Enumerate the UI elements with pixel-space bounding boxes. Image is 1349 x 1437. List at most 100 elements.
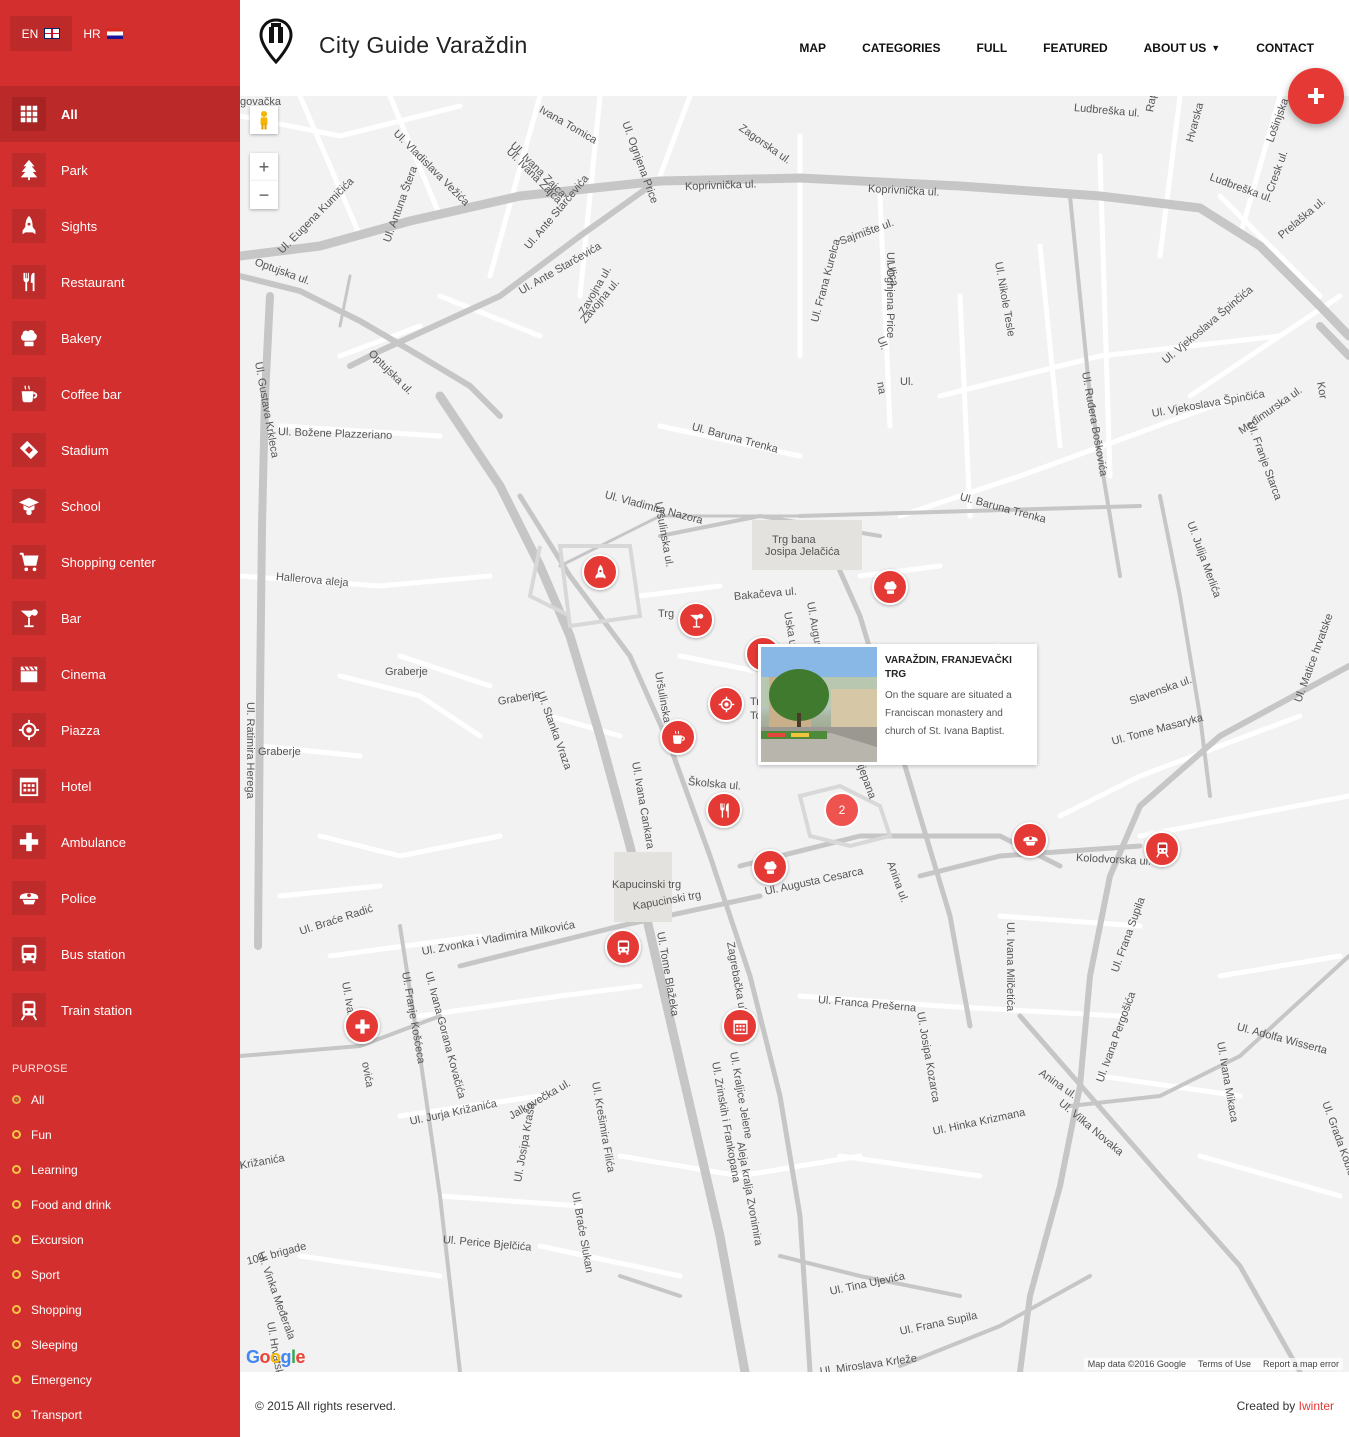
street-label: Ul. Ratimira Herega	[244, 702, 256, 799]
radio-icon[interactable]	[12, 1130, 21, 1139]
author-link[interactable]: Iwinter	[1299, 1399, 1334, 1413]
category-item-coffee-bar[interactable]: Coffee bar	[0, 366, 240, 422]
nav-contact[interactable]: CONTACT	[1256, 41, 1314, 55]
zoom-in-button[interactable]: +	[250, 153, 278, 181]
map-marker[interactable]	[706, 792, 742, 828]
nav-label: FULL	[976, 41, 1008, 55]
category-item-cinema[interactable]: Cinema	[0, 646, 240, 702]
radio-icon[interactable]	[12, 1165, 21, 1174]
nav-label: CATEGORIES	[862, 41, 941, 55]
category-label: Coffee bar	[61, 386, 122, 402]
map-marker[interactable]	[660, 719, 696, 755]
category-item-hotel[interactable]: Hotel	[0, 758, 240, 814]
purpose-option-transport[interactable]: Transport	[12, 1397, 111, 1432]
nav-featured[interactable]: FEATURED	[1043, 41, 1107, 55]
radio-icon[interactable]	[12, 1305, 21, 1314]
map-marker[interactable]	[605, 929, 641, 965]
street-label: Ul. Ivana Milčetića	[1004, 922, 1016, 1012]
chef-hat-icon	[763, 860, 777, 874]
category-item-restaurant[interactable]: Restaurant	[0, 254, 240, 310]
category-label: Sights	[61, 218, 98, 234]
radio-icon[interactable]	[12, 1270, 21, 1279]
google-logo-letter: g	[280, 1347, 292, 1367]
category-item-park[interactable]: Park	[0, 142, 240, 198]
nav-about-us[interactable]: ABOUT US ▼	[1144, 41, 1221, 55]
category-item-bus-station[interactable]: Bus station	[0, 926, 240, 982]
category-item-bakery[interactable]: Bakery	[0, 310, 240, 366]
map-marker[interactable]	[722, 1008, 758, 1044]
radio-icon[interactable]	[12, 1095, 21, 1104]
place-photo	[761, 647, 877, 762]
header: City Guide Varaždin MAP CATEGORIES FULL FEA…	[240, 0, 1349, 96]
purpose-option-emergency[interactable]: Emergency	[12, 1362, 111, 1397]
nav-label: FEATURED	[1043, 41, 1108, 55]
calendar-icon	[732, 1019, 748, 1034]
category-item-police[interactable]: Police	[0, 870, 240, 926]
lang-en-button[interactable]: EN	[10, 16, 72, 51]
info-title[interactable]: VARAŽDIN, FRANJEVAČKI TRG	[885, 654, 1030, 682]
category-label: All	[61, 106, 78, 122]
radio-icon[interactable]	[12, 1410, 21, 1419]
radio-icon[interactable]	[12, 1375, 21, 1384]
category-item-sights[interactable]: Sights	[0, 198, 240, 254]
terms-link[interactable]: Terms of Use	[1198, 1359, 1251, 1369]
category-item-shopping-center[interactable]: Shopping center	[0, 534, 240, 590]
cross-icon	[12, 825, 46, 859]
purpose-label: All	[31, 1092, 45, 1107]
purpose-option-fun[interactable]: Fun	[12, 1117, 111, 1152]
category-label: Bar	[61, 610, 82, 626]
category-label: Hotel	[61, 778, 92, 794]
category-item-all[interactable]: All	[0, 86, 240, 142]
category-item-piazza[interactable]: Piazza	[0, 702, 240, 758]
category-item-train-station[interactable]: Train station	[0, 982, 240, 1038]
radio-icon[interactable]	[12, 1200, 21, 1209]
site-title[interactable]: City Guide Varaždin	[319, 32, 528, 59]
map-marker[interactable]	[872, 569, 908, 605]
category-item-school[interactable]: School	[0, 478, 240, 534]
map-marker[interactable]	[1012, 822, 1048, 858]
add-place-button[interactable]	[1288, 68, 1344, 124]
category-item-ambulance[interactable]: Ambulance	[0, 814, 240, 870]
purpose-option-sport[interactable]: Sport	[12, 1257, 111, 1292]
bus-icon	[12, 937, 46, 971]
purpose-option-sleeping[interactable]: Sleeping	[12, 1327, 111, 1362]
report-error-link[interactable]: Report a map error	[1263, 1359, 1339, 1369]
nav-map[interactable]: MAP	[799, 41, 826, 55]
category-item-stadium[interactable]: Stadium	[0, 422, 240, 478]
category-item-bar[interactable]: Bar	[0, 590, 240, 646]
category-label: Restaurant	[61, 274, 125, 290]
calendar-icon	[12, 769, 46, 803]
language-switcher: EN HR	[10, 16, 134, 51]
map-marker[interactable]	[708, 686, 744, 722]
map[interactable]: Koprivnička ul. Koprivnička ul. Ul. Ante S…	[240, 96, 1349, 1372]
credit-text: Created by Iwinter	[1237, 1399, 1334, 1413]
marker-cluster[interactable]: 2	[824, 792, 860, 828]
nav-categories[interactable]: CATEGORIES	[862, 41, 940, 55]
train-icon	[1155, 841, 1169, 858]
nav-full[interactable]: FULL	[977, 41, 1008, 55]
chef-hat-icon	[883, 580, 897, 594]
radio-icon[interactable]	[12, 1340, 21, 1349]
purpose-option-excursion[interactable]: Excursion	[12, 1222, 111, 1257]
street-view-pegman[interactable]	[250, 106, 278, 134]
footer: © 2015 All rights reserved. Created by I…	[240, 1372, 1349, 1437]
purpose-option-food-and-drink[interactable]: Food and drink	[12, 1187, 111, 1222]
map-marker[interactable]	[752, 849, 788, 885]
clapper-icon	[12, 657, 46, 691]
info-window[interactable]: VARAŽDIN, FRANJEVAČKI TRG On the square …	[758, 644, 1037, 765]
map-marker[interactable]	[582, 554, 618, 590]
map-pin-logo-icon[interactable]	[258, 18, 294, 64]
map-marker[interactable]	[344, 1008, 380, 1044]
pegman-icon	[260, 111, 268, 130]
lang-hr-button[interactable]: HR	[72, 16, 134, 51]
radio-icon[interactable]	[12, 1235, 21, 1244]
map-marker[interactable]	[1144, 831, 1180, 867]
map-marker[interactable]	[678, 602, 714, 638]
purpose-option-all[interactable]: All	[12, 1082, 111, 1117]
purpose-heading: PURPOSE	[12, 1063, 68, 1075]
caret-down-icon: ▼	[1211, 43, 1221, 53]
purpose-option-learning[interactable]: Learning	[12, 1152, 111, 1187]
purpose-option-shopping[interactable]: Shopping	[12, 1292, 111, 1327]
zoom-out-button[interactable]: −	[250, 181, 278, 209]
copyright-text: © 2015 All rights reserved.	[255, 1399, 396, 1413]
